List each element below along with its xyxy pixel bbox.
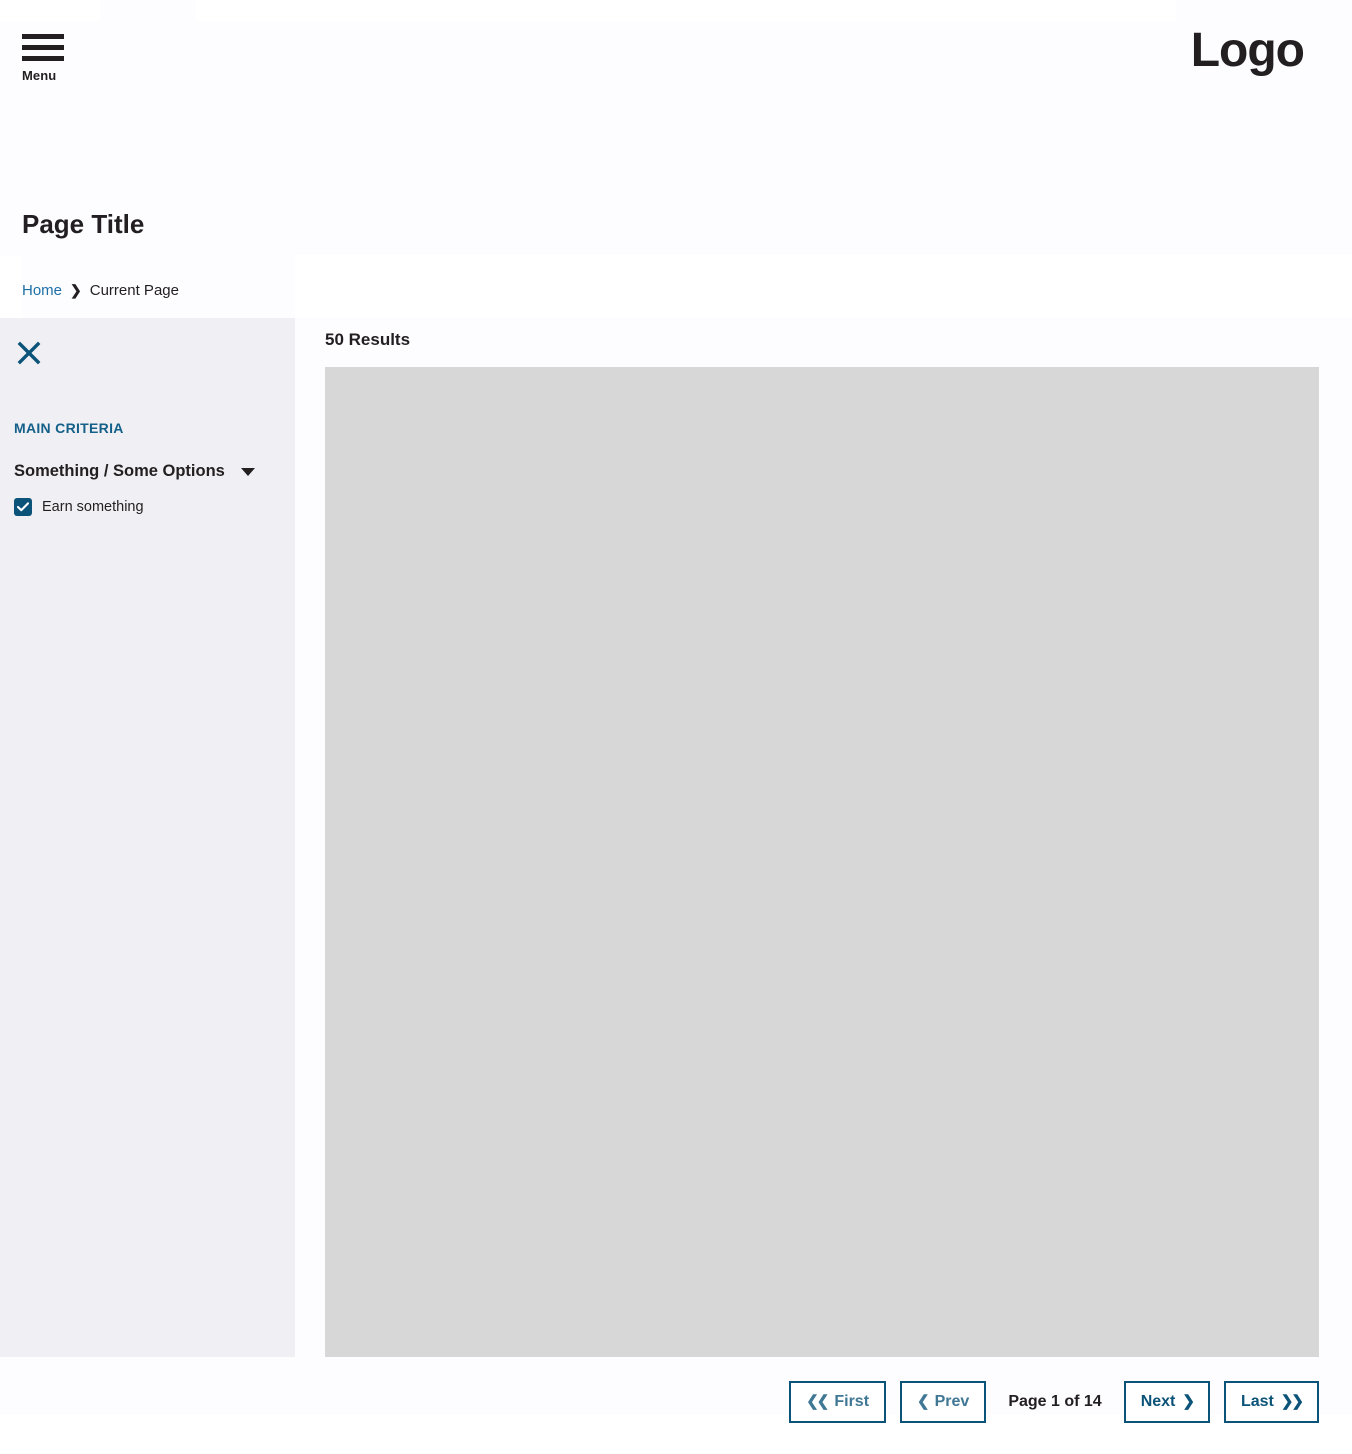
masthead: Menu Logo [0, 0, 1352, 196]
menu-button[interactable]: Menu [22, 34, 68, 83]
site-logo[interactable]: Logo [1191, 27, 1305, 75]
chevron-left-icon: ❮ [917, 1392, 930, 1410]
breadcrumb-link-home[interactable]: Home [22, 281, 62, 301]
facet-option-earn-something[interactable]: Earn something [14, 498, 274, 516]
results-count: 50 Results [325, 330, 411, 349]
menu-button-label: Menu [22, 68, 57, 83]
double-chevron-right-icon: ❯❯ [1280, 1392, 1304, 1410]
facet-toggle-label: Something / Some Options [14, 462, 225, 480]
breadcrumb: Home ❯ Current Page [22, 281, 179, 301]
double-chevron-left-icon: ❮❮ [806, 1392, 829, 1410]
chevron-down-icon [240, 467, 255, 476]
close-filters-button[interactable] [14, 338, 44, 368]
checkbox-checked[interactable] [14, 498, 32, 516]
pagination-next-label: Next [1140, 1393, 1176, 1410]
background-block-breadcrumb-left [0, 256, 22, 318]
chevron-right-icon: ❯ [70, 281, 82, 298]
results-panel: 50 Results [295, 318, 1352, 1357]
chevron-right-icon: ❯ [1182, 1392, 1195, 1410]
pagination-status: Page 1 of 14 [1008, 1392, 1102, 1410]
close-icon [17, 341, 41, 365]
pagination-last-label: Last [1240, 1393, 1274, 1410]
pagination-first-button[interactable]: ❮❮ First [789, 1381, 887, 1423]
pagination-prev-label: Prev [934, 1393, 970, 1410]
pagination-last-button[interactable]: Last ❯❯ [1223, 1381, 1319, 1423]
facet-option-label: Earn something [42, 499, 144, 515]
pagination-next-button[interactable]: Next ❯ [1123, 1381, 1210, 1423]
facet-something-some-options: Something / Some Options Earn something [14, 462, 274, 516]
pagination: ❮❮ First ❮ Prev Page 1 of 14 Next ❯ Last… [0, 1381, 1352, 1423]
breadcrumb-current: Current Page [89, 282, 179, 299]
facet-option-list: Earn something [14, 498, 274, 516]
facet-group-heading: MAIN CRITERIA [14, 420, 124, 436]
facet-toggle-button[interactable]: Something / Some Options [14, 462, 255, 481]
filter-sidebar: MAIN CRITERIA Something / Some Options E… [0, 318, 295, 1357]
hamburger-icon-bar [22, 45, 64, 50]
page-title: Page Title [22, 209, 145, 239]
hamburger-icon-bar [22, 56, 64, 61]
hamburger-icon-bar [22, 34, 64, 39]
pagination-first-label: First [834, 1393, 870, 1410]
background-block-results-top [295, 255, 1352, 317]
pagination-prev-button[interactable]: ❮ Prev [900, 1381, 987, 1423]
results-content-placeholder [325, 367, 1319, 1357]
check-icon [17, 502, 29, 512]
